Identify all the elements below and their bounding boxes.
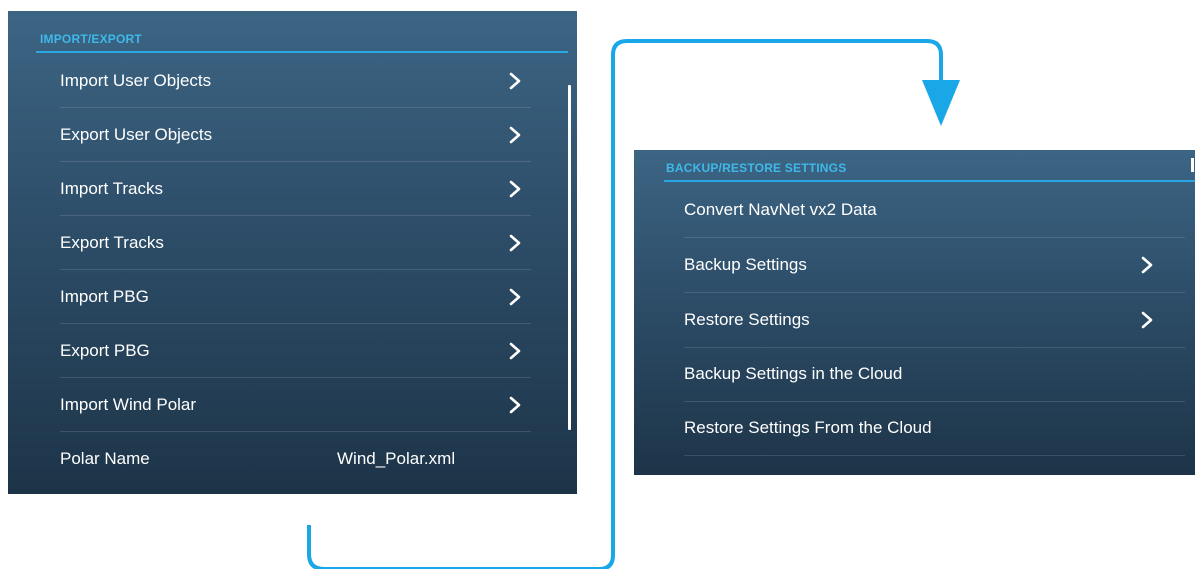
menu-item-convert-navnet-data[interactable]: Convert NavNet vx2 Data (684, 183, 1185, 238)
menu-item-backup-settings[interactable]: Backup Settings (684, 238, 1185, 293)
menu-item-restore-settings[interactable]: Restore Settings (684, 293, 1185, 348)
menu-item-restore-settings-cloud[interactable]: Restore Settings From the Cloud (684, 401, 1185, 456)
chevron-right-icon (509, 342, 521, 359)
menu-item-import-user-objects[interactable]: Import User Objects (60, 54, 531, 108)
chevron-right-icon (1141, 311, 1153, 329)
menu-item-polar-name[interactable]: Polar Name Wind_Polar.xml (60, 432, 531, 486)
scrollbar[interactable] (568, 85, 571, 430)
menu-item-label: Backup Settings in the Cloud (684, 364, 903, 383)
header-divider (664, 180, 1195, 182)
menu-item-label: Restore Settings (684, 310, 810, 329)
backup-restore-menu: BACKUP/RESTORE SETTINGS Convert NavNet v… (634, 150, 1195, 475)
menu-item-export-tracks[interactable]: Export Tracks (60, 216, 531, 270)
menu-item-label: Import Tracks (60, 178, 163, 198)
menu-item-label: Import User Objects (60, 70, 212, 90)
menu-item-label: Convert NavNet vx2 Data (684, 200, 877, 219)
chevron-right-icon (1141, 256, 1153, 274)
chevron-right-icon (509, 126, 521, 143)
menu-item-label: Export PBG (60, 340, 150, 360)
polar-name-value: Wind_Polar.xml (337, 449, 456, 468)
header-divider (36, 51, 568, 53)
menu-item-label: Backup Settings (684, 255, 807, 274)
chevron-right-icon (509, 234, 521, 251)
chevron-right-icon (509, 180, 521, 197)
chevron-right-icon (509, 72, 521, 89)
menu-item-import-pbg[interactable]: Import PBG (60, 270, 531, 324)
menu-item-label: Export User Objects (60, 124, 213, 144)
menu-item-export-pbg[interactable]: Export PBG (60, 324, 531, 378)
menu-item-backup-settings-cloud[interactable]: Backup Settings in the Cloud (684, 347, 1185, 402)
menu-item-export-user-objects[interactable]: Export User Objects (60, 108, 531, 162)
backup-restore-header: BACKUP/RESTORE SETTINGS (666, 161, 847, 175)
import-export-menu: IMPORT/EXPORT Import User Objects Export… (8, 11, 577, 494)
chevron-right-icon (509, 288, 521, 305)
import-export-header: IMPORT/EXPORT (40, 32, 142, 46)
chevron-right-icon (509, 396, 521, 413)
menu-item-label: Polar Name (60, 449, 150, 468)
menu-item-import-wind-polar[interactable]: Import Wind Polar (60, 378, 531, 432)
menu-item-label: Import PBG (60, 286, 149, 306)
menu-item-import-tracks[interactable]: Import Tracks (60, 162, 531, 216)
menu-item-label: Export Tracks (60, 232, 164, 252)
scrollbar-edge (1191, 158, 1194, 172)
menu-item-label: Restore Settings From the Cloud (684, 418, 932, 437)
menu-item-label: Import Wind Polar (60, 394, 197, 414)
